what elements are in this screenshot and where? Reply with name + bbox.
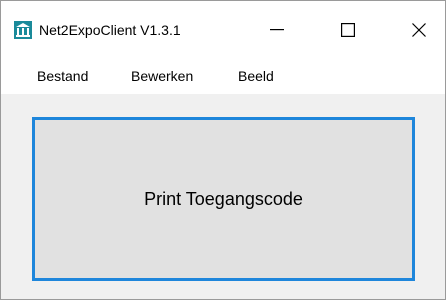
close-button[interactable] — [396, 1, 442, 59]
minimize-button[interactable] — [254, 1, 300, 59]
client-area: Print Toegangscode — [1, 94, 445, 299]
title-bar[interactable]: Net2ExpoClient V1.3.1 — [1, 1, 445, 59]
maximize-button[interactable] — [325, 1, 371, 59]
print-access-code-button[interactable]: Print Toegangscode — [32, 117, 415, 281]
app-window: Net2ExpoClient V1.3.1 Bestand Bewerken B… — [0, 0, 446, 300]
window-title: Net2ExpoClient V1.3.1 — [39, 22, 181, 38]
close-icon — [412, 23, 426, 37]
bank-building-icon — [14, 21, 32, 39]
minimize-icon — [270, 29, 284, 31]
menu-item-beeld[interactable]: Beeld — [236, 66, 276, 86]
menu-bar: Bestand Bewerken Beeld — [1, 59, 445, 94]
maximize-icon — [341, 23, 355, 37]
menu-item-bestand[interactable]: Bestand — [35, 66, 90, 86]
menu-item-bewerken[interactable]: Bewerken — [129, 66, 195, 86]
